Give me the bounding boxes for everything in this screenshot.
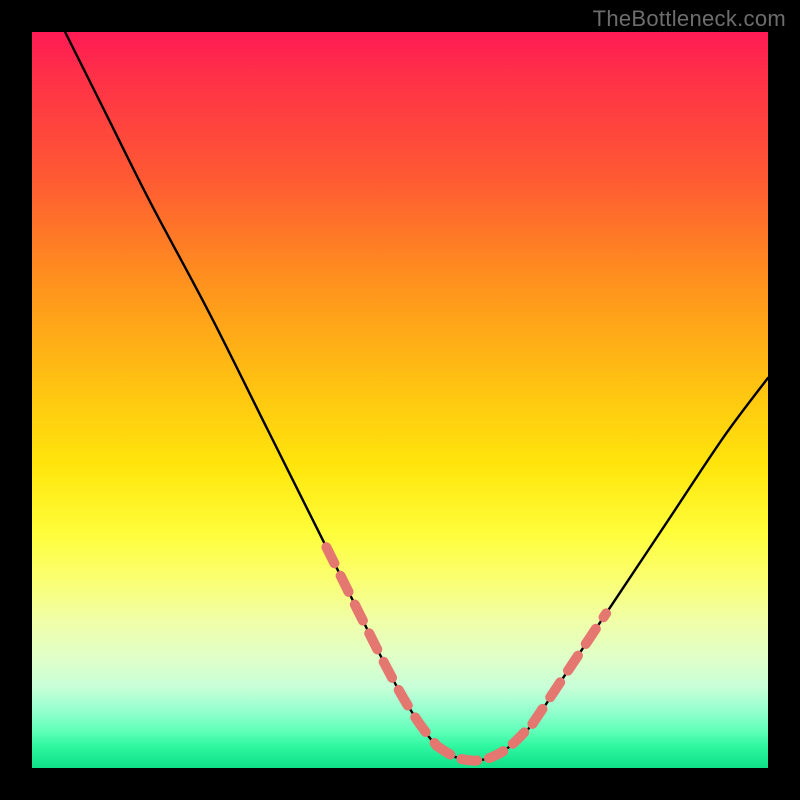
dashed-right-segment — [533, 613, 607, 723]
curve-svg — [32, 32, 768, 768]
chart-plot-area — [32, 32, 768, 768]
watermark-text: TheBottleneck.com — [593, 6, 786, 32]
dashed-valley-segment — [437, 724, 533, 761]
dashed-left-segment — [326, 547, 436, 746]
bottleneck-curve — [65, 32, 768, 761]
